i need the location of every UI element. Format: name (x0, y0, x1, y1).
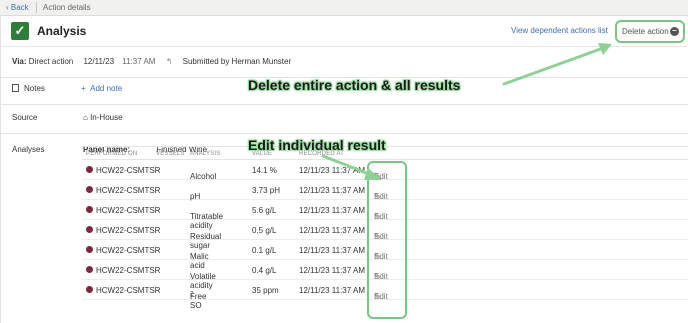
analyses-label: Analyses (12, 145, 45, 154)
analysis-value: 3.73 pH (252, 186, 281, 195)
home-icon: ⌂ (83, 113, 88, 122)
divider (1, 133, 688, 134)
delete-action-button[interactable]: Delete action – (615, 20, 685, 43)
recorded-at: 12/11/23 11:37 AM (299, 226, 365, 235)
action-time: 11:37 AM (122, 57, 156, 66)
vessel-dot (86, 286, 93, 293)
vessel-dot (86, 246, 93, 253)
action-header: ✓ Analysis View dependent actions list D… (1, 16, 688, 47)
via-value: Direct action (28, 57, 74, 66)
check-icon: ✓ (11, 22, 29, 40)
analysis-value: 35 ppm (252, 286, 279, 295)
recorded-at: 12/11/23 11:37 AM (299, 206, 365, 215)
page-title: Analysis (37, 24, 87, 38)
analysis-value: 0.5 g/L (252, 226, 277, 235)
action-date: 12/11/23 (83, 57, 115, 66)
column-header: VESSELS (156, 151, 185, 157)
performed-on[interactable]: HCW22-CSMTSR (96, 226, 160, 235)
performed-on[interactable]: HCW22-CSMTSR (96, 186, 160, 195)
column-header: PERFORMED ON (86, 151, 138, 157)
back-label: Back (10, 3, 29, 12)
action-meta: Via: Direct action 12/11/23 11:37 AM ↰ S… (12, 57, 291, 66)
add-note-link[interactable]: + Add note (81, 84, 122, 93)
edit-annotation: Edit individual result (248, 137, 386, 153)
recorded-at: 12/11/23 11:37 AM (299, 246, 365, 255)
delete-action-label: Delete action (622, 27, 669, 36)
via-label: Via: (12, 57, 27, 66)
view-dependent-actions-link[interactable]: View dependent actions list (511, 26, 608, 35)
submitted-by: Submitted by Herman Munster (182, 57, 292, 66)
vessel-dot (86, 186, 93, 193)
performed-on[interactable]: HCW22-CSMTSR (96, 166, 160, 175)
recorded-at: 12/11/23 11:37 AM (299, 166, 365, 175)
analysis-value: 0.4 g/L (252, 266, 277, 275)
divider (1, 104, 688, 105)
undo-icon[interactable]: ↰ (166, 57, 173, 66)
performed-on[interactable]: HCW22-CSMTSR (96, 246, 160, 255)
source-label: Source (12, 113, 38, 122)
source-value: ⌂ In-House (83, 113, 123, 122)
analysis-name: Free SO 2 (190, 290, 207, 310)
notes-label: Notes (12, 84, 45, 93)
breadcrumb: Action details (43, 3, 91, 12)
analysis-value: 5.6 g/L (252, 206, 277, 215)
analysis-value: 0.1 g/L (252, 246, 277, 255)
document-icon (12, 84, 19, 92)
back-link[interactable]: ‹ Back (6, 3, 29, 12)
vessel-dot (86, 206, 93, 213)
recorded-at: 12/11/23 11:37 AM (299, 266, 365, 275)
performed-on[interactable]: HCW22-CSMTSR (96, 266, 160, 275)
edit-column-highlight (367, 161, 407, 319)
performed-on[interactable]: HCW22-CSMTSR (96, 286, 160, 295)
recorded-at: 12/11/23 11:37 AM (299, 286, 365, 295)
vessel-dot (86, 166, 93, 173)
delete-annotation: Delete entire action & all results (248, 77, 461, 93)
analysis-value: 14.1 % (252, 166, 277, 175)
vessel-dot (86, 266, 93, 273)
column-header: ANALYSIS (190, 151, 221, 157)
performed-on[interactable]: HCW22-CSMTSR (96, 206, 160, 215)
top-bar: ‹ Back Action details (0, 0, 688, 16)
minus-circle-icon: – (670, 27, 679, 36)
vessel-dot (86, 226, 93, 233)
recorded-at: 12/11/23 11:37 AM (299, 186, 365, 195)
divider (36, 2, 37, 13)
